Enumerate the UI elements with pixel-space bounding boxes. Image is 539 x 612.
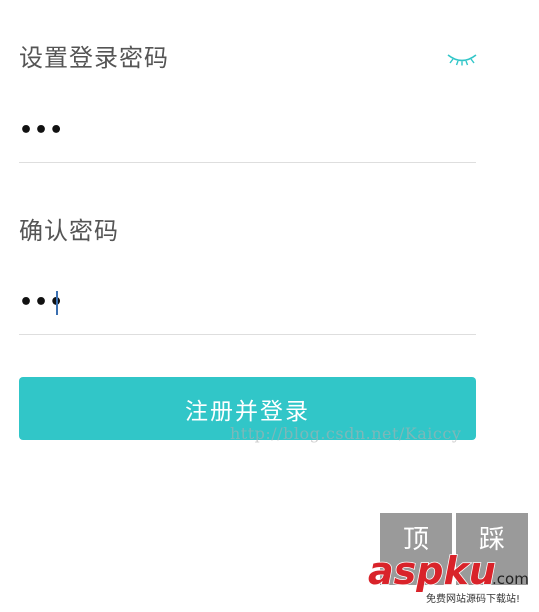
aspku-logo: aspku .com 免费网站源码下载站! xyxy=(367,548,536,608)
svg-text:免费网站源码下载站!: 免费网站源码下载站! xyxy=(426,592,520,605)
svg-text:aspku: aspku xyxy=(368,549,496,593)
password-input[interactable]: ••• xyxy=(19,116,64,146)
closed-eye-icon[interactable] xyxy=(444,46,480,70)
svg-text:.com: .com xyxy=(492,570,529,588)
password-label: 设置登录密码 xyxy=(19,44,169,72)
watermark-url: http://blog.csdn.net/Kaiccy xyxy=(230,424,462,443)
password-underline xyxy=(19,162,476,163)
confirm-password-underline xyxy=(19,334,476,335)
text-caret xyxy=(56,291,58,315)
confirm-password-label: 确认密码 xyxy=(19,217,119,245)
